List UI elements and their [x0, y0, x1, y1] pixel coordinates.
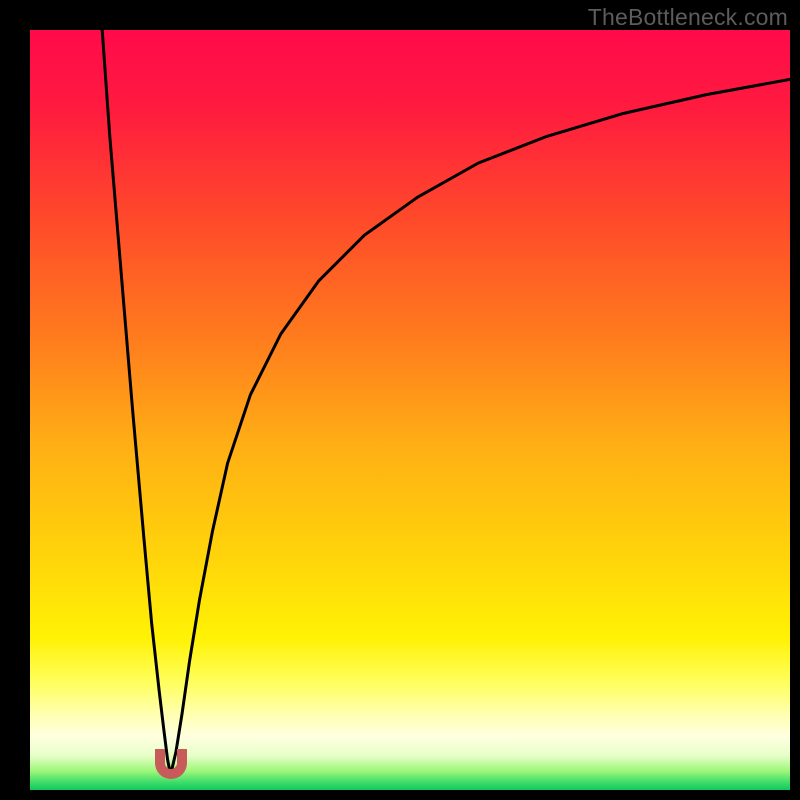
plot-area [30, 30, 790, 790]
chart-frame: TheBottleneck.com [0, 0, 800, 800]
curve-left [102, 30, 170, 775]
curve-right [171, 79, 790, 774]
curve-layer [30, 30, 790, 790]
watermark-text: TheBottleneck.com [588, 4, 788, 31]
